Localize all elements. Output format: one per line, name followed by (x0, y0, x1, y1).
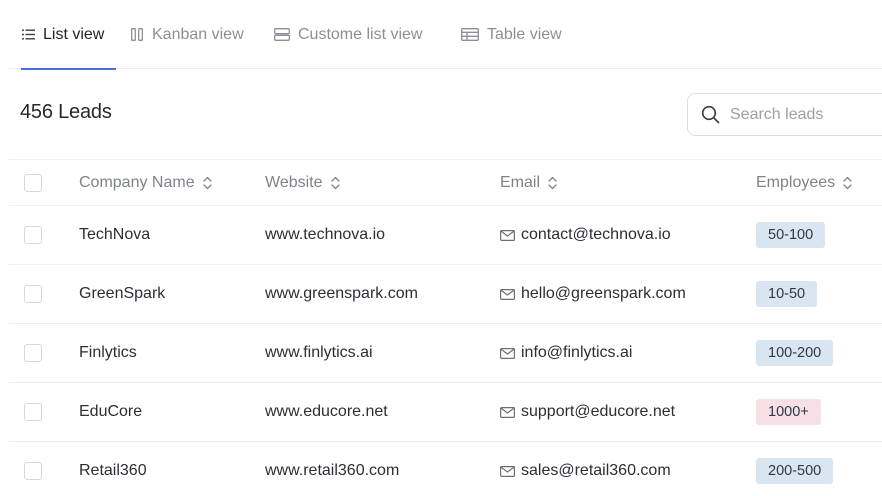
sort-icon (548, 176, 557, 189)
sort-icon (843, 176, 852, 189)
tab-table-view[interactable]: Table view (461, 0, 562, 69)
table-row[interactable]: GreenSpark www.greenspark.com hello@gree… (9, 265, 882, 324)
mail-icon (500, 465, 515, 477)
company-name: GreenSpark (79, 285, 166, 302)
email-address: support@educore.net (521, 403, 676, 420)
row-checkbox[interactable] (24, 285, 42, 303)
email-cell[interactable]: hello@greenspark.com (500, 285, 686, 303)
mail-icon (500, 288, 515, 300)
company-name: Finlytics (79, 344, 137, 361)
column-header-website[interactable]: Website (265, 174, 340, 192)
email-cell[interactable]: contact@technova.io (500, 226, 671, 244)
table-row[interactable]: Finlytics www.finlytics.ai info@finlytic… (9, 324, 882, 383)
website-link[interactable]: www.finlytics.ai (265, 344, 373, 362)
employees-badge: 200-500 (756, 458, 834, 484)
tab-label: Table view (487, 25, 562, 43)
website-link[interactable]: www.retail360.com (265, 462, 399, 480)
sort-icon (330, 176, 340, 189)
column-header-company[interactable]: Company Name (79, 174, 212, 192)
company-name: TechNova (79, 226, 151, 243)
column-label: Email (500, 173, 541, 191)
website-link[interactable]: www.technova.io (265, 226, 385, 244)
custom-list-icon (274, 28, 290, 42)
tab-kanban-view[interactable]: Kanban view (130, 0, 244, 69)
row-checkbox[interactable] (24, 344, 42, 362)
select-all-checkbox[interactable] (24, 173, 42, 192)
column-header-employees[interactable]: Employees (756, 174, 852, 192)
row-checkbox[interactable] (24, 462, 42, 480)
employees-badge: 100-200 (756, 340, 834, 366)
column-label: Website (265, 173, 323, 191)
company-name: Retail360 (79, 462, 147, 479)
search-box[interactable] (687, 93, 882, 136)
row-checkbox[interactable] (24, 226, 42, 244)
table-row[interactable]: TechNova www.technova.io contact@technov… (9, 206, 882, 265)
mail-icon (500, 229, 515, 241)
mail-icon (500, 347, 515, 359)
email-cell[interactable]: info@finlytics.ai (500, 344, 632, 362)
mail-icon (500, 406, 515, 418)
employees-badge: 10-50 (756, 281, 818, 307)
column-header-email[interactable]: Email (500, 174, 557, 192)
search-icon (701, 105, 720, 124)
tab-label: Kanban view (152, 25, 244, 43)
tab-label: List view (43, 25, 105, 43)
email-address: info@finlytics.ai (521, 344, 633, 361)
column-label: Company Name (79, 173, 195, 191)
page-title: 456 Leads (20, 101, 112, 123)
email-address: sales@retail360.com (521, 462, 671, 479)
email-address: hello@greenspark.com (521, 285, 686, 302)
table-icon (461, 28, 479, 42)
tab-label: Custome list view (298, 25, 423, 43)
view-tabs: List view Kanban view Custome list view … (9, 0, 882, 70)
row-checkbox[interactable] (24, 403, 42, 421)
search-input[interactable] (730, 105, 870, 124)
employees-badge: 50-100 (756, 222, 826, 248)
email-address: contact@technova.io (521, 226, 671, 243)
kanban-icon (130, 28, 144, 42)
employees-badge: 1000+ (756, 399, 821, 425)
list-icon (21, 28, 35, 42)
email-cell[interactable]: sales@retail360.com (500, 462, 671, 480)
tab-custom-list-view[interactable]: Custome list view (274, 0, 422, 69)
column-label: Employees (756, 173, 836, 191)
table-row[interactable]: EduCore www.educore.net support@educore.… (9, 383, 882, 442)
website-link[interactable]: www.educore.net (265, 403, 388, 421)
sort-icon (202, 176, 212, 189)
website-link[interactable]: www.greenspark.com (265, 285, 418, 303)
table-header-row: Company Name Website Email Employees (9, 159, 882, 206)
email-cell[interactable]: support@educore.net (500, 403, 675, 421)
company-name: EduCore (79, 403, 143, 420)
tab-list-view[interactable]: List view (21, 0, 116, 70)
table-row[interactable]: Retail360 www.retail360.com sales@retail… (9, 442, 882, 496)
leads-table: Company Name Website Email Employees Tec… (9, 159, 882, 496)
